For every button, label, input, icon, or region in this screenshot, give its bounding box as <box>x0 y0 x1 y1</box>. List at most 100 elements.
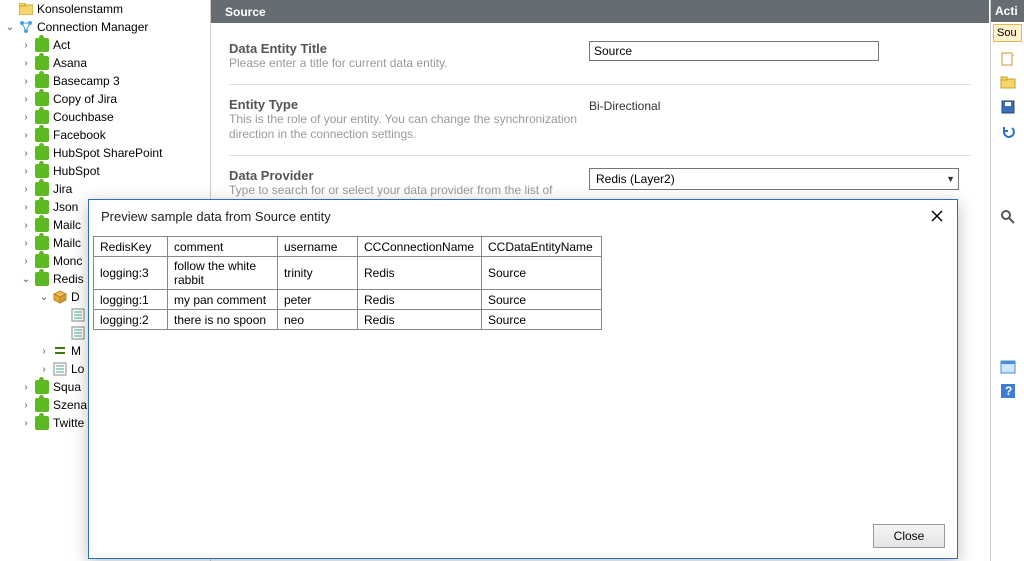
open-folder-icon[interactable] <box>999 74 1017 92</box>
expander-icon[interactable]: ⌄ <box>4 21 16 33</box>
tree-item-label: D <box>71 290 80 304</box>
expander-icon[interactable]: ⌄ <box>38 291 50 303</box>
expander-icon[interactable]: › <box>38 363 50 375</box>
grid-header-comment[interactable]: comment <box>168 237 278 257</box>
tree-root-label: Konsolenstamm <box>37 2 123 16</box>
puzzle-icon <box>34 253 50 269</box>
tree-manager-label: Connection Manager <box>37 20 148 34</box>
grid-cell: peter <box>278 290 358 310</box>
provider-label: Data Provider <box>229 168 589 183</box>
expander-icon[interactable]: › <box>20 111 32 123</box>
form-row-title: Data Entity Title Please enter a title f… <box>229 41 971 85</box>
grid-cell: logging:3 <box>94 257 168 290</box>
list-icon <box>70 307 86 323</box>
tree-root[interactable]: Konsolenstamm <box>0 0 205 18</box>
cube-icon <box>52 289 68 305</box>
tree-item-label: Lo <box>71 362 84 376</box>
expander-icon[interactable]: › <box>20 57 32 69</box>
expander-icon[interactable]: › <box>20 39 32 51</box>
tree-item-jira[interactable]: › Jira <box>0 180 205 198</box>
grid-cell: logging:1 <box>94 290 168 310</box>
tree-item-label: Monc <box>53 254 82 268</box>
grid-header-ccdataentityname[interactable]: CCDataEntityName <box>482 237 602 257</box>
grid-cell: Redis <box>358 310 482 330</box>
puzzle-icon <box>34 217 50 233</box>
expander-icon[interactable]: › <box>20 219 32 231</box>
expander-icon[interactable]: › <box>20 75 32 87</box>
tree-item-label: Squa <box>53 380 81 394</box>
save-icon[interactable] <box>999 98 1017 116</box>
tree-item-label: Couchbase <box>53 110 114 124</box>
tree-item-label: Asana <box>53 56 87 70</box>
puzzle-icon <box>34 415 50 431</box>
grid-header-rediskey[interactable]: RedisKey <box>94 237 168 257</box>
tree-item-hubspot-sharepoint[interactable]: ›HubSpot SharePoint <box>0 144 205 162</box>
grid-cell: Source <box>482 257 602 290</box>
tree-item-label: Copy of Jira <box>53 92 117 106</box>
chevron-down-icon: ▼ <box>946 174 955 184</box>
tree-item-act[interactable]: ›Act <box>0 36 205 54</box>
tree-item-label: Twitte <box>53 416 84 430</box>
puzzle-icon <box>34 73 50 89</box>
actions-selected[interactable]: Sou <box>993 24 1022 42</box>
expander-icon[interactable]: › <box>20 201 32 213</box>
expander-icon[interactable]: › <box>20 165 32 177</box>
properties-icon[interactable] <box>999 358 1017 376</box>
title-input[interactable] <box>589 41 879 61</box>
expander-icon[interactable] <box>4 3 16 15</box>
expander-icon[interactable]: › <box>38 345 50 357</box>
close-button[interactable]: Close <box>873 524 945 548</box>
puzzle-icon <box>34 127 50 143</box>
tree-item-couchbase[interactable]: › Couchbase <box>0 108 205 126</box>
expander-icon[interactable]: › <box>20 183 32 195</box>
tree-item-label: Facebook <box>53 128 106 142</box>
tree-item-label: Szena <box>53 398 87 412</box>
arrows-icon <box>52 343 68 359</box>
tree-item-basecamp-3[interactable]: ›Basecamp 3 <box>0 72 205 90</box>
grid-header-ccconnectionname[interactable]: CCConnectionName <box>358 237 482 257</box>
close-icon[interactable] <box>927 206 947 226</box>
grid-cell: trinity <box>278 257 358 290</box>
expander-icon[interactable]: › <box>20 147 32 159</box>
actions-panel: Acti Sou ? <box>990 0 1024 561</box>
expander-icon[interactable]: › <box>20 93 32 105</box>
new-icon[interactable] <box>999 50 1017 68</box>
tree-item-asana[interactable]: › Asana <box>0 54 205 72</box>
expander-icon[interactable]: ⌄ <box>20 273 32 285</box>
expander-icon[interactable]: › <box>20 417 32 429</box>
expander-icon[interactable]: › <box>20 381 32 393</box>
tree-item-hubspot[interactable]: › HubSpot <box>0 162 205 180</box>
puzzle-icon <box>34 55 50 71</box>
puzzle-icon <box>34 163 50 179</box>
expander-icon[interactable]: › <box>20 399 32 411</box>
grid-cell: neo <box>278 310 358 330</box>
preview-grid[interactable]: RedisKeycommentusernameCCConnectionNameC… <box>93 236 602 330</box>
table-row[interactable]: logging:3follow the white rabbittrinityR… <box>94 257 602 290</box>
provider-combo[interactable]: Redis (Layer2) ▼ <box>589 168 959 190</box>
list-icon <box>70 325 86 341</box>
table-row[interactable]: logging:1my pan commentpeterRedisSource <box>94 290 602 310</box>
actions-header: Acti <box>991 0 1024 22</box>
search-icon[interactable] <box>999 208 1017 226</box>
help-icon[interactable]: ? <box>999 382 1017 400</box>
title-desc: Please enter a title for current data en… <box>229 56 589 72</box>
grid-cell: Source <box>482 310 602 330</box>
tree-item-facebook[interactable]: › Facebook <box>0 126 205 144</box>
grid-header-username[interactable]: username <box>278 237 358 257</box>
tree-connection-manager[interactable]: ⌄ Connection Manager <box>0 18 205 36</box>
panel-header-title: Source <box>225 5 266 19</box>
undo-icon[interactable] <box>999 122 1017 140</box>
connection-manager-icon <box>18 19 34 35</box>
expander-icon[interactable]: › <box>20 129 32 141</box>
tree-item-copy-of-jira[interactable]: › Copy of Jira <box>0 90 205 108</box>
grid-cell: Redis <box>358 290 482 310</box>
table-row[interactable]: logging:2there is no spoonneoRedisSource <box>94 310 602 330</box>
expander-icon[interactable]: › <box>20 237 32 249</box>
dialog-title-text: Preview sample data from Source entity <box>101 209 331 224</box>
dialog-titlebar: Preview sample data from Source entity <box>89 200 957 236</box>
expander-icon[interactable]: › <box>20 255 32 267</box>
tree-item-label: Mailc <box>53 218 81 232</box>
puzzle-icon <box>34 397 50 413</box>
tree-item-label: HubSpot <box>53 164 100 178</box>
tree-item-label: Jira <box>53 182 72 196</box>
